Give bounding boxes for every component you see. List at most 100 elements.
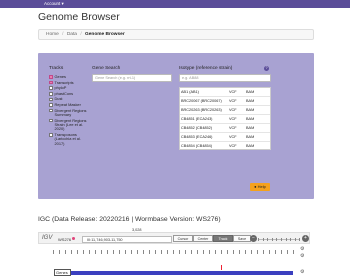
- isotype-name: CB4852 (CB4852): [181, 126, 213, 130]
- track-label: Genes: [54, 74, 66, 79]
- isotype-name: AB1 (AB1): [181, 90, 199, 94]
- isotype-row: BRC20067 (BRC20067) VCF BAM: [180, 97, 270, 106]
- breadcrumb-separator: /: [80, 32, 82, 37]
- zoom-out-icon[interactable]: −: [250, 235, 257, 242]
- page-title: Genome Browser: [38, 11, 120, 23]
- tracks-list: Genes Transcripts phyloP phastCons Dust Repea…: [49, 74, 89, 147]
- track-button[interactable]: Track: [213, 235, 233, 242]
- gene-search-heading: Gene Search: [92, 66, 121, 71]
- track-label: phyloP: [54, 85, 67, 91]
- zoom-slider[interactable]: [258, 237, 300, 241]
- breadcrumb-separator: /: [62, 32, 64, 37]
- track-checkbox[interactable]: [49, 118, 53, 123]
- track-checkbox[interactable]: [49, 80, 53, 85]
- account-menu[interactable]: Account ▾: [44, 0, 64, 8]
- zoom-tick: [294, 237, 296, 241]
- vcf-link[interactable]: VCF: [229, 88, 246, 96]
- ruler: [53, 248, 295, 256]
- isotype-name: BRC20263 (BRC20263): [181, 108, 222, 112]
- track-option[interactable]: Divergent Regions Strain (Lee et al. 202…: [49, 117, 89, 132]
- zoom-tick: [290, 237, 291, 241]
- center-line-marker: [221, 265, 222, 270]
- track-checkbox[interactable]: [49, 97, 53, 102]
- track-option[interactable]: phyloP: [49, 85, 89, 91]
- browser-controls-panel: Tracks Gene Search Isotype (reference st…: [38, 53, 314, 199]
- vcf-link[interactable]: VCF: [229, 97, 246, 105]
- isotype-row: AB1 (AB1) VCF BAM: [180, 88, 270, 97]
- isotype-name: CB4853 (ECA246): [181, 135, 213, 139]
- isotype-list: AB1 (AB1) VCF BAM BRC20067 (BRC20067) VCF BAM…: [179, 87, 271, 150]
- breadcrumb: Home / Data / Genome Browser: [38, 29, 314, 40]
- vcf-link[interactable]: VCF: [229, 106, 246, 114]
- cursor-button[interactable]: Cursor: [173, 235, 193, 242]
- vcf-link[interactable]: VCF: [229, 133, 246, 141]
- bam-link[interactable]: BAM: [246, 133, 260, 141]
- genes-track: Genes ⚙: [38, 265, 310, 280]
- track-label: Repeat Masker: [54, 101, 81, 107]
- isotype-name: CB4854 (CB4854): [181, 144, 213, 148]
- info-icon: ●: [254, 184, 257, 189]
- isotype-name: CB4851 (ECA243): [181, 117, 213, 121]
- track-checkbox[interactable]: [49, 86, 53, 90]
- zoom-tick: [299, 237, 300, 241]
- genes-track-label: Genes: [54, 269, 71, 276]
- track-checkbox[interactable]: [49, 133, 53, 137]
- center-button[interactable]: Center: [193, 235, 213, 242]
- zoom-tick: [262, 237, 264, 241]
- track-label: Divergent Regions Summary: [54, 107, 87, 117]
- vcf-link[interactable]: VCF: [229, 142, 246, 149]
- gear-icon[interactable]: ⚙: [300, 246, 304, 252]
- zoom-tick: [276, 237, 277, 241]
- vcf-link[interactable]: VCF: [229, 115, 246, 123]
- track-option[interactable]: Transposons (Laricchia et al. 2017): [49, 131, 89, 146]
- genome-select[interactable]: WS276: [58, 236, 72, 243]
- bam-link[interactable]: BAM: [246, 124, 260, 132]
- gene-search-input[interactable]: Gene Search (e.g. rrt-1): [92, 74, 172, 82]
- bam-link[interactable]: BAM: [246, 115, 260, 123]
- isotype-row: CB4851 (ECA243) VCF BAM: [180, 115, 270, 124]
- isotype-name: BRC20067 (BRC20067): [181, 99, 222, 103]
- gear-icon[interactable]: ⚙: [300, 253, 304, 259]
- top-nav-bar: Account ▾: [0, 0, 350, 8]
- tracks-heading: Tracks: [49, 66, 64, 71]
- isotype-search-input[interactable]: e.g. AB88: [179, 74, 271, 82]
- zoom-in-icon[interactable]: +: [302, 235, 309, 242]
- gear-icon[interactable]: ⚙: [300, 269, 304, 275]
- igc-heading: IGC (Data Release: 20220216 | Wormbase V…: [38, 216, 221, 223]
- save-button[interactable]: Save: [233, 235, 251, 242]
- zoom-tick: [267, 237, 268, 241]
- zoom-tick: [271, 237, 273, 241]
- track-option[interactable]: Repeat Masker: [49, 101, 89, 107]
- isotype-row: BRC20263 (BRC20263) VCF BAM: [180, 106, 270, 115]
- breadcrumb-home[interactable]: Home: [46, 32, 59, 37]
- breadcrumb-data[interactable]: Data: [67, 32, 77, 37]
- track-checkbox[interactable]: [49, 75, 53, 79]
- bam-link[interactable]: BAM: [246, 97, 260, 105]
- track-option[interactable]: Genes: [49, 74, 89, 79]
- bam-link[interactable]: BAM: [246, 88, 260, 96]
- igv-logo: IGV: [42, 235, 53, 241]
- track-checkbox[interactable]: [49, 92, 53, 96]
- vcf-link[interactable]: VCF: [229, 124, 246, 132]
- track-checkbox[interactable]: [49, 103, 53, 107]
- zoom-tick: [281, 237, 282, 241]
- zoom-tick: [258, 237, 259, 241]
- track-option[interactable]: Divergent Regions Summary: [49, 107, 89, 118]
- isotype-row: CB4853 (ECA246) VCF BAM: [180, 133, 270, 142]
- locus-input[interactable]: III:11,746,903-11,750: [82, 235, 172, 243]
- track-checkbox[interactable]: [49, 108, 53, 113]
- igv-toolbar: IGV WS276 III:11,746,903-11,750 3,028 Cu…: [38, 228, 310, 244]
- help-label: Help: [257, 184, 266, 189]
- isotype-row: CB4854 (CB4854) VCF BAM: [180, 142, 270, 149]
- zoom-tick: [285, 237, 287, 241]
- track-label: Transposons (Laricchia et al. 2017): [54, 131, 81, 146]
- track-label: Divergent Regions Strain (Lee et al. 202…: [54, 117, 87, 132]
- ruler-scale-label: 3,028: [132, 228, 142, 232]
- question-icon[interactable]: ?: [264, 66, 269, 71]
- help-button[interactable]: ● Help: [250, 183, 270, 191]
- bam-link[interactable]: BAM: [246, 142, 260, 149]
- gene-feature[interactable]: [71, 271, 293, 275]
- bam-link[interactable]: BAM: [246, 106, 260, 114]
- ruler-track: ⚙ ⚙: [38, 246, 310, 260]
- isotype-heading: Isotype (reference strain): [179, 66, 233, 71]
